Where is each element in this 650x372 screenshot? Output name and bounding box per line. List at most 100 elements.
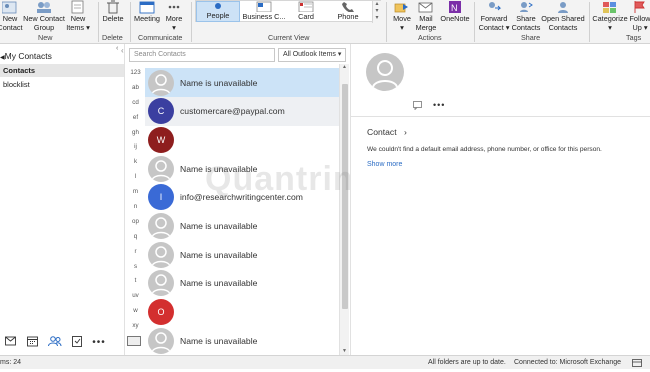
contact-name: Name is unavailable xyxy=(180,221,258,231)
contact-row[interactable]: Name is unavailable xyxy=(145,240,339,269)
alpha-index-item[interactable]: op xyxy=(126,215,145,230)
folder-item-blocklist[interactable]: blocklist xyxy=(0,78,124,91)
people-icon[interactable] xyxy=(44,335,66,349)
contact-row[interactable]: W xyxy=(145,125,339,154)
more-actions-icon[interactable]: ••• xyxy=(433,100,445,110)
contact-avatar xyxy=(366,53,404,91)
open-shared-contacts-button[interactable]: Open Shared Contacts xyxy=(541,0,585,32)
new-contact-group-button[interactable]: New Contact Group xyxy=(22,0,66,32)
alpha-index-item[interactable]: t xyxy=(126,274,145,289)
share-contacts-label: Share Contacts xyxy=(511,14,541,32)
gallery-scroll[interactable]: ▴ ▾ ▾ xyxy=(372,1,381,23)
view-people-label: People xyxy=(206,11,230,20)
ribbon: New Contact New Contact Group New Items … xyxy=(0,0,650,44)
contact-name: Name is unavailable xyxy=(180,249,258,260)
new-contact-group-label: New Contact Group xyxy=(23,14,65,32)
mail-merge-button[interactable]: Mail Merge xyxy=(414,0,438,32)
list-scrollbar[interactable]: ▲ ▼ xyxy=(339,64,349,355)
alpha-index-item[interactable]: r xyxy=(126,245,145,260)
delete-label: Delete xyxy=(102,14,124,23)
mail-merge-icon xyxy=(418,2,433,13)
view-business-card-label: Business C... xyxy=(242,12,286,21)
alpha-index-item[interactable]: q xyxy=(126,230,145,245)
alpha-index-item[interactable]: ab xyxy=(126,81,145,96)
scroll-down-icon[interactable]: ▼ xyxy=(340,348,349,355)
person-placeholder-icon xyxy=(151,332,171,353)
folder-pane: ◀My Contacts ‹ Contacts blocklist ••• xyxy=(0,44,125,355)
alpha-index-item[interactable]: k xyxy=(126,155,145,170)
my-contacts-header[interactable]: ◀My Contacts xyxy=(0,51,52,61)
more-label: More ▾ xyxy=(165,14,183,32)
no-info-message: We couldn't find a default email address… xyxy=(367,146,602,153)
mail-icon[interactable] xyxy=(0,336,22,348)
onenote-button[interactable]: N OneNote xyxy=(440,0,470,24)
view-phone-label: Phone xyxy=(337,12,359,21)
contact-row[interactable]: Name is unavailable xyxy=(145,68,339,97)
categorize-button[interactable]: Categorize ▾ xyxy=(592,0,628,32)
search-input[interactable]: Search Contacts xyxy=(129,48,275,62)
normal-view-icon[interactable] xyxy=(632,359,642,372)
contact-initial-avatar: I xyxy=(148,184,174,211)
alpha-index-item[interactable]: w xyxy=(126,304,145,319)
view-card[interactable]: Card xyxy=(289,1,323,22)
forward-contact-button[interactable]: Forward Contact ▾ xyxy=(477,0,511,32)
alpha-index-item[interactable]: gh xyxy=(126,126,145,141)
contact-row[interactable]: Name is unavailable xyxy=(145,212,339,241)
alphabet-index: 123abcdefghijklmnopqrstuvwxyz xyxy=(126,66,145,349)
view-people[interactable]: People xyxy=(196,1,240,22)
view-business-card[interactable]: Business C... xyxy=(241,1,287,22)
alpha-index-item[interactable]: s xyxy=(126,260,145,275)
view-phone[interactable]: Phone xyxy=(332,1,364,22)
filter-dropdown[interactable]: All Outlook Items ▾ xyxy=(278,48,346,62)
alpha-index-item[interactable]: ef xyxy=(126,111,145,126)
chat-icon[interactable] xyxy=(413,101,423,112)
alpha-index-item[interactable]: n xyxy=(126,200,145,215)
group-label-actions: Actions xyxy=(418,33,442,42)
show-more-link[interactable]: Show more xyxy=(367,161,402,168)
calendar-icon[interactable] xyxy=(22,336,44,349)
tasks-icon[interactable] xyxy=(66,335,88,349)
ribbon-separator xyxy=(130,2,131,42)
alpha-index-item[interactable]: xy xyxy=(126,319,145,334)
collapse-list-icon[interactable]: ‹ xyxy=(121,46,124,55)
move-button[interactable]: Move ▾ xyxy=(390,0,414,32)
contact-name: Name is unavailable xyxy=(180,335,258,346)
contact-row[interactable]: Name is unavailable xyxy=(145,326,339,355)
alpha-index-item[interactable]: 123 xyxy=(126,66,145,81)
contact-placeholder-avatar xyxy=(148,327,174,354)
more-button[interactable]: More ▾ xyxy=(163,0,185,32)
new-items-button[interactable]: New Items ▾ xyxy=(66,0,90,32)
contact-row[interactable]: O xyxy=(145,298,339,327)
new-items-icon xyxy=(71,0,84,14)
contact-row[interactable]: Name is unavailable xyxy=(145,269,339,298)
mail-merge-label: Mail Merge xyxy=(415,14,437,32)
people-view-icon xyxy=(215,3,221,9)
scroll-up-icon[interactable]: ▲ xyxy=(340,64,349,71)
share-contacts-button[interactable]: Share Contacts xyxy=(511,0,541,32)
contact-initial-avatar: O xyxy=(148,299,174,326)
open-shared-contacts-label: Open Shared Contacts xyxy=(541,14,585,32)
contact-section-title[interactable]: Contact › xyxy=(367,127,407,137)
meeting-button[interactable]: Meeting xyxy=(133,0,161,24)
new-contact-button[interactable]: New Contact xyxy=(0,0,23,32)
group-label-share: Share xyxy=(521,33,541,42)
group-label-tags: Tags xyxy=(626,33,642,42)
delete-button[interactable]: Delete xyxy=(100,0,126,24)
categorize-label: Categorize ▾ xyxy=(592,14,628,32)
chevron-right-icon: › xyxy=(404,127,407,137)
person-placeholder-icon xyxy=(151,217,171,238)
alpha-index-item[interactable]: uv xyxy=(126,289,145,304)
folder-item-contacts[interactable]: Contacts xyxy=(0,64,124,77)
alpha-index-item[interactable]: l xyxy=(126,170,145,185)
address-book-icon[interactable] xyxy=(127,336,141,346)
alpha-index-item[interactable]: cd xyxy=(126,96,145,111)
alpha-index-item[interactable]: m xyxy=(126,185,145,200)
contact-row[interactable]: Ccustomercare@paypal.com xyxy=(145,96,339,126)
alpha-index-item[interactable]: ij xyxy=(126,140,145,155)
follow-up-button[interactable]: Follow Up ▾ xyxy=(628,0,650,32)
open-shared-contacts-icon xyxy=(558,2,568,13)
more-modules-icon[interactable]: ••• xyxy=(88,337,110,348)
person-placeholder-icon xyxy=(151,159,171,180)
move-icon xyxy=(394,3,408,13)
collapse-pane-icon[interactable]: ‹ xyxy=(116,45,118,52)
